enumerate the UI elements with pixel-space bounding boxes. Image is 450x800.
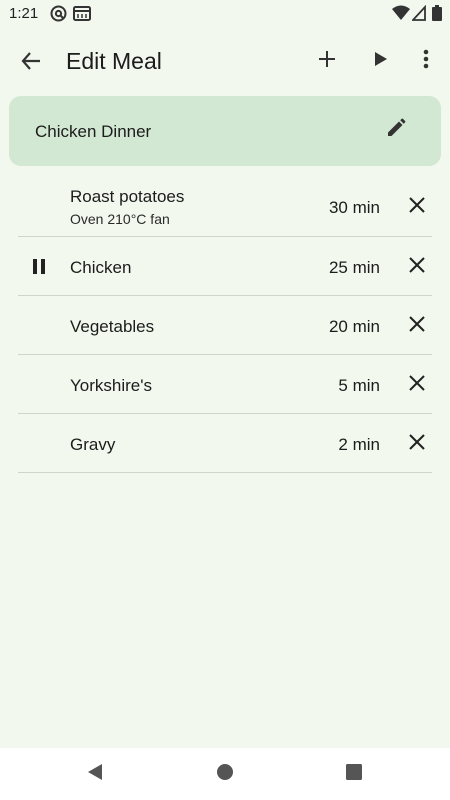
nav-back-icon	[86, 763, 104, 786]
list-item[interactable]: Chicken 25 min	[18, 237, 432, 296]
remove-step-button[interactable]	[406, 254, 432, 280]
more-vert-icon	[423, 49, 429, 74]
close-icon	[406, 434, 428, 457]
remove-step-button[interactable]	[406, 431, 432, 457]
app-bar: Edit Meal	[0, 26, 450, 96]
list-item[interactable]: Roast potatoes Oven 210°C fan 30 min	[18, 178, 432, 237]
close-icon	[406, 257, 428, 280]
meal-card[interactable]: Chicken Dinner	[9, 96, 441, 166]
close-icon	[406, 316, 428, 339]
add-step-button[interactable]	[310, 44, 344, 78]
step-duration: 30 min	[328, 198, 380, 217]
nav-home-icon	[216, 763, 234, 786]
battery-icon	[432, 5, 442, 26]
page-title: Edit Meal	[66, 48, 162, 74]
nav-back-button[interactable]	[80, 760, 110, 788]
back-arrow-icon	[20, 50, 42, 77]
list-item[interactable]: Gravy 2 min	[18, 414, 432, 473]
step-name: Vegetables	[70, 317, 155, 336]
nav-recents-button[interactable]	[339, 760, 369, 788]
edit-meal-button[interactable]	[385, 117, 411, 143]
step-duration: 2 min	[338, 435, 380, 454]
step-name: Chicken	[70, 258, 132, 277]
add-icon	[317, 49, 337, 74]
step-duration: 20 min	[328, 317, 380, 336]
play-button[interactable]	[364, 44, 398, 78]
step-name: Gravy	[70, 435, 116, 454]
pause-step-button[interactable]	[28, 255, 52, 279]
step-duration: 25 min	[328, 258, 380, 277]
pencil-icon	[385, 118, 407, 143]
remove-step-button[interactable]	[406, 372, 432, 398]
window-notification-icon	[73, 5, 91, 27]
status-bar: 1:21	[0, 0, 450, 26]
remove-step-button[interactable]	[406, 194, 432, 220]
cell-signal-icon	[410, 4, 426, 26]
meal-name: Chicken Dinner	[35, 122, 152, 141]
step-name: Yorkshire's	[70, 376, 152, 395]
close-icon	[406, 375, 428, 398]
list-item[interactable]: Yorkshire's 5 min	[18, 355, 432, 414]
nav-recents-icon	[346, 763, 362, 785]
nav-home-button[interactable]	[210, 760, 240, 788]
wifi-icon	[392, 5, 410, 26]
status-time: 1:21	[9, 5, 39, 22]
step-name: Roast potatoes	[70, 187, 185, 206]
back-button[interactable]	[14, 46, 48, 80]
at-sign-notification-icon	[50, 5, 67, 27]
close-icon	[406, 197, 428, 220]
list-item[interactable]: Vegetables 20 min	[18, 296, 432, 355]
play-icon	[373, 51, 389, 72]
more-options-button[interactable]	[410, 44, 442, 78]
remove-step-button[interactable]	[406, 313, 432, 339]
step-duration: 5 min	[338, 376, 380, 395]
step-subtitle: Oven 210°C fan	[70, 211, 170, 227]
pause-icon	[28, 259, 52, 283]
system-nav-bar	[0, 748, 450, 800]
